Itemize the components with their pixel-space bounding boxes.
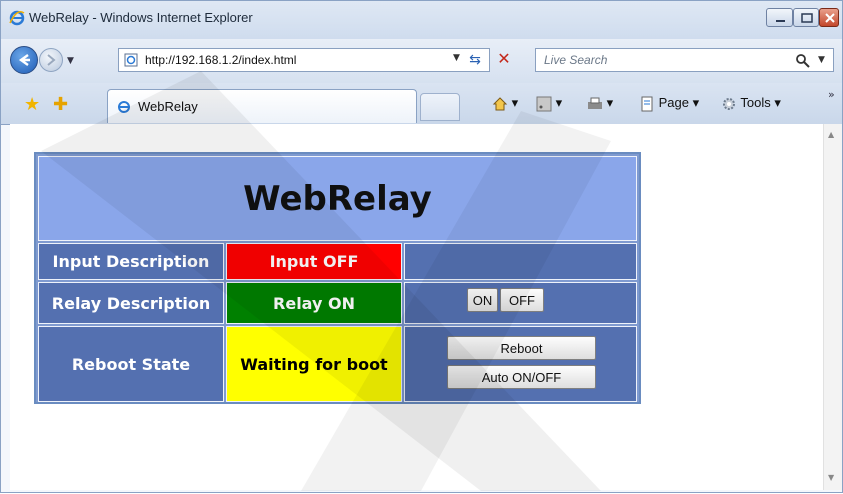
- back-button[interactable]: [10, 46, 38, 74]
- reboot-status: Waiting for boot: [226, 326, 402, 402]
- home-icon: [492, 96, 508, 112]
- page-icon: [124, 53, 138, 67]
- page-menu-label: Page: [658, 95, 689, 110]
- ie-tab-icon: [118, 101, 130, 113]
- stop-icon[interactable]: ✕: [495, 50, 513, 68]
- home-button[interactable]: ▾: [492, 95, 518, 112]
- print-button[interactable]: ▾: [587, 95, 613, 112]
- forward-arrow-icon: [47, 54, 56, 66]
- relay-off-button[interactable]: OFF: [500, 288, 544, 312]
- relay-on-button[interactable]: ON: [467, 288, 498, 312]
- ie-logo-icon: [9, 10, 25, 26]
- tab-webrelay[interactable]: WebRelay: [107, 89, 417, 123]
- search-dropdown-icon[interactable]: ▼: [818, 55, 825, 65]
- reboot-state-label: Reboot State: [38, 326, 224, 402]
- input-description-label: Input Description: [38, 243, 224, 280]
- feeds-button[interactable]: ▾: [536, 95, 562, 112]
- page-title: WebRelay: [38, 156, 637, 241]
- tab-label: WebRelay: [138, 99, 198, 114]
- reboot-button[interactable]: Reboot: [447, 336, 596, 360]
- close-button[interactable]: [819, 8, 839, 27]
- auto-on-off-button[interactable]: Auto ON/OFF: [447, 365, 596, 389]
- page-menu-icon: [639, 96, 655, 112]
- relay-status: Relay ON: [226, 282, 402, 324]
- feeds-icon: [536, 96, 552, 112]
- tools-menu-label: Tools: [740, 95, 771, 110]
- printer-icon: [587, 96, 603, 112]
- add-favorites-icon[interactable]: ✚: [53, 94, 68, 115]
- browser-window: WebRelay - Windows Internet Explorer ▼ h…: [0, 0, 843, 493]
- empty-cell: [404, 243, 637, 280]
- minimize-button[interactable]: [766, 8, 793, 27]
- vertical-scrollbar[interactable]: ▲ ▼: [823, 124, 842, 490]
- new-tab-button[interactable]: [420, 93, 460, 121]
- chevron-more-icon[interactable]: »: [828, 88, 835, 101]
- scroll-down-icon[interactable]: ▼: [828, 473, 834, 482]
- favorites-star-icon[interactable]: ★: [24, 94, 40, 115]
- maximize-button[interactable]: [793, 8, 819, 27]
- forward-button[interactable]: [39, 48, 63, 72]
- search-input[interactable]: Live Search: [544, 53, 607, 67]
- search-icon[interactable]: [795, 53, 811, 69]
- input-status: Input OFF: [226, 243, 402, 280]
- relay-description-label: Relay Description: [38, 282, 224, 324]
- search-box[interactable]: Live Search ▼: [535, 48, 834, 72]
- webrelay-table: WebRelay Input Description Input OFF Rel…: [34, 152, 641, 404]
- address-url[interactable]: http://192.168.1.2/index.html: [145, 53, 296, 67]
- address-dropdown-icon[interactable]: ▼: [453, 53, 460, 63]
- address-bar[interactable]: http://192.168.1.2/index.html ▼ ⇆: [118, 48, 490, 72]
- page-menu[interactable]: Page ▾: [639, 95, 699, 112]
- tools-menu[interactable]: Tools ▾: [721, 95, 781, 112]
- gear-icon: [721, 96, 737, 112]
- window-title: WebRelay - Windows Internet Explorer: [29, 10, 253, 25]
- back-arrow-icon: [18, 54, 30, 66]
- refresh-icon[interactable]: ⇆: [466, 51, 484, 69]
- history-dropdown-icon[interactable]: ▼: [67, 56, 74, 66]
- scroll-up-icon[interactable]: ▲: [828, 130, 834, 139]
